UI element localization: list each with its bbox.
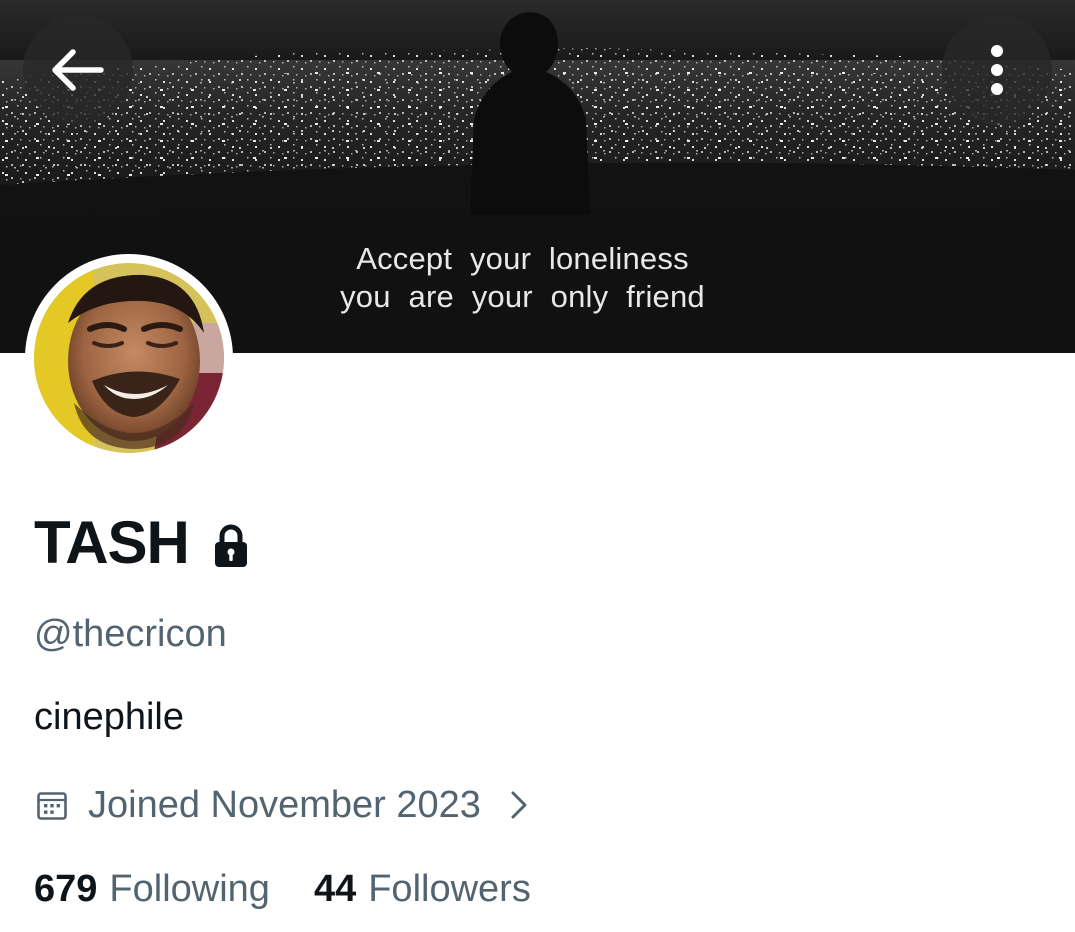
display-name: TASH	[34, 509, 190, 576]
followers-count: 44	[313, 868, 357, 910]
followers-link[interactable]: 44 Followers	[314, 866, 531, 912]
followers-label: Followers	[368, 868, 531, 910]
more-options-button[interactable]	[942, 15, 1052, 125]
joined-date-row[interactable]: Joined November 2023	[36, 782, 529, 828]
profile-bio: cinephile	[34, 696, 184, 738]
following-link[interactable]: 679 Following	[34, 866, 270, 912]
follow-stats: 679 Following 44 Followers	[34, 866, 531, 912]
profile-page: Accept your loneliness you are your only…	[0, 0, 1075, 932]
following-label: Following	[109, 868, 270, 910]
joined-date: Joined November 2023	[88, 784, 481, 826]
avatar-image	[34, 263, 224, 453]
username-handle: @thecricon	[34, 613, 227, 655]
vertical-ellipsis-icon	[991, 45, 1003, 95]
calendar-icon	[37, 792, 67, 820]
following-count: 679	[34, 868, 98, 910]
lock-icon	[214, 524, 247, 567]
arrow-left-icon	[52, 49, 104, 91]
chevron-right-icon	[511, 791, 527, 819]
profile-photo	[34, 263, 224, 453]
back-button[interactable]	[23, 15, 133, 125]
display-name-row: TASH	[34, 508, 249, 578]
avatar[interactable]	[25, 254, 233, 462]
